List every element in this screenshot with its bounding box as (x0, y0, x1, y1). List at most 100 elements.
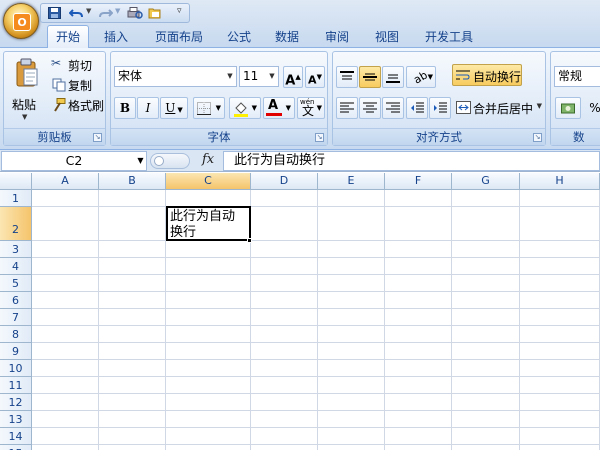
tab-page-layout[interactable]: 页面布局 (150, 27, 208, 47)
cell-c1[interactable] (166, 190, 251, 207)
cell-c3[interactable] (166, 241, 251, 258)
cell-f14[interactable] (385, 428, 452, 445)
cell-h12[interactable] (520, 394, 600, 411)
cell-f9[interactable] (385, 343, 452, 360)
cell-c6[interactable] (166, 292, 251, 309)
cell-a11[interactable] (32, 377, 99, 394)
cell-h14[interactable] (520, 428, 600, 445)
redo-dropdown-icon[interactable]: ▼ (115, 7, 120, 15)
fill-color-button[interactable]: ▼ (229, 97, 261, 119)
column-header-d[interactable]: D (251, 173, 318, 190)
tab-insert[interactable]: 插入 (99, 27, 133, 47)
merge-center-button[interactable]: 合并后居中 ▼ (454, 97, 542, 119)
cell-h1[interactable] (520, 190, 600, 207)
row-header-15[interactable]: 15 (0, 445, 32, 450)
print-preview-icon[interactable] (127, 7, 143, 19)
cell-b9[interactable] (99, 343, 166, 360)
orientation-button[interactable]: ab ▼ (406, 66, 436, 88)
row-header-2[interactable]: 2 (0, 207, 32, 241)
cell-e2[interactable] (318, 207, 385, 241)
worksheet-grid[interactable]: ABCDEFGH 123456789101112131415 此行为自动换行 (0, 173, 600, 450)
cell-f10[interactable] (385, 360, 452, 377)
underline-button[interactable]: U ▼ (160, 97, 188, 119)
tab-developer[interactable]: 开发工具 (420, 27, 478, 47)
cell-b15[interactable] (99, 445, 166, 450)
copy-button[interactable]: 复制 (49, 76, 105, 94)
column-header-g[interactable]: G (452, 173, 520, 190)
cell-b12[interactable] (99, 394, 166, 411)
cell-a5[interactable] (32, 275, 99, 292)
row-header-13[interactable]: 13 (0, 411, 32, 428)
column-header-f[interactable]: F (385, 173, 452, 190)
cell-f12[interactable] (385, 394, 452, 411)
cell-f11[interactable] (385, 377, 452, 394)
cell-d12[interactable] (251, 394, 318, 411)
cell-h15[interactable] (520, 445, 600, 450)
cell-g6[interactable] (452, 292, 520, 309)
clipboard-launcher-icon[interactable]: ↘ (93, 133, 102, 142)
cell-d5[interactable] (251, 275, 318, 292)
cell-c15[interactable] (166, 445, 251, 450)
undo-icon[interactable] (69, 7, 84, 19)
align-left-button[interactable] (336, 97, 358, 119)
bold-button[interactable]: B (114, 97, 136, 119)
cell-d2[interactable] (251, 207, 318, 241)
cell-c13[interactable] (166, 411, 251, 428)
font-launcher-icon[interactable]: ↘ (315, 133, 324, 142)
cell-h6[interactable] (520, 292, 600, 309)
cell-g9[interactable] (452, 343, 520, 360)
row-header-5[interactable]: 5 (0, 275, 32, 292)
cell-b2[interactable] (99, 207, 166, 241)
align-top-button[interactable] (336, 66, 358, 88)
cell-d15[interactable] (251, 445, 318, 450)
tab-review[interactable]: 审阅 (320, 27, 354, 47)
cell-h5[interactable] (520, 275, 600, 292)
cell-f7[interactable] (385, 309, 452, 326)
wrap-text-button[interactable]: 自动换行 (452, 64, 522, 86)
cell-e4[interactable] (318, 258, 385, 275)
name-box-dropdown-icon[interactable]: ▼ (134, 151, 147, 171)
cell-h9[interactable] (520, 343, 600, 360)
align-center-button[interactable] (359, 97, 381, 119)
row-header-10[interactable]: 10 (0, 360, 32, 377)
row-header-14[interactable]: 14 (0, 428, 32, 445)
cell-g15[interactable] (452, 445, 520, 450)
cell-g5[interactable] (452, 275, 520, 292)
undo-dropdown-icon[interactable]: ▼ (86, 7, 91, 15)
column-header-h[interactable]: H (520, 173, 600, 190)
column-header-c[interactable]: C (166, 173, 251, 190)
cell-f6[interactable] (385, 292, 452, 309)
select-all-corner[interactable] (0, 173, 32, 190)
cell-h4[interactable] (520, 258, 600, 275)
cell-e5[interactable] (318, 275, 385, 292)
row-header-1[interactable]: 1 (0, 190, 32, 207)
cell-e8[interactable] (318, 326, 385, 343)
office-button[interactable]: O (3, 3, 39, 39)
cell-d3[interactable] (251, 241, 318, 258)
format-painter-button[interactable]: 格式刷 (49, 96, 105, 114)
cell-c11[interactable] (166, 377, 251, 394)
column-header-a[interactable]: A (32, 173, 99, 190)
cell-h7[interactable] (520, 309, 600, 326)
cell-c9[interactable] (166, 343, 251, 360)
cell-d10[interactable] (251, 360, 318, 377)
cell-a9[interactable] (32, 343, 99, 360)
cell-d1[interactable] (251, 190, 318, 207)
cell-a1[interactable] (32, 190, 99, 207)
cell-f15[interactable] (385, 445, 452, 450)
cell-e10[interactable] (318, 360, 385, 377)
row-header-4[interactable]: 4 (0, 258, 32, 275)
cell-d7[interactable] (251, 309, 318, 326)
name-box[interactable]: C2 (1, 151, 147, 171)
cell-b10[interactable] (99, 360, 166, 377)
number-format-select[interactable]: 常规 (554, 66, 600, 87)
cell-d11[interactable] (251, 377, 318, 394)
cell-g3[interactable] (452, 241, 520, 258)
grow-font-button[interactable]: A▲ (283, 66, 303, 88)
cell-b7[interactable] (99, 309, 166, 326)
cell-f13[interactable] (385, 411, 452, 428)
cell-a6[interactable] (32, 292, 99, 309)
align-middle-button[interactable] (359, 66, 381, 88)
cell-e13[interactable] (318, 411, 385, 428)
cell-c5[interactable] (166, 275, 251, 292)
